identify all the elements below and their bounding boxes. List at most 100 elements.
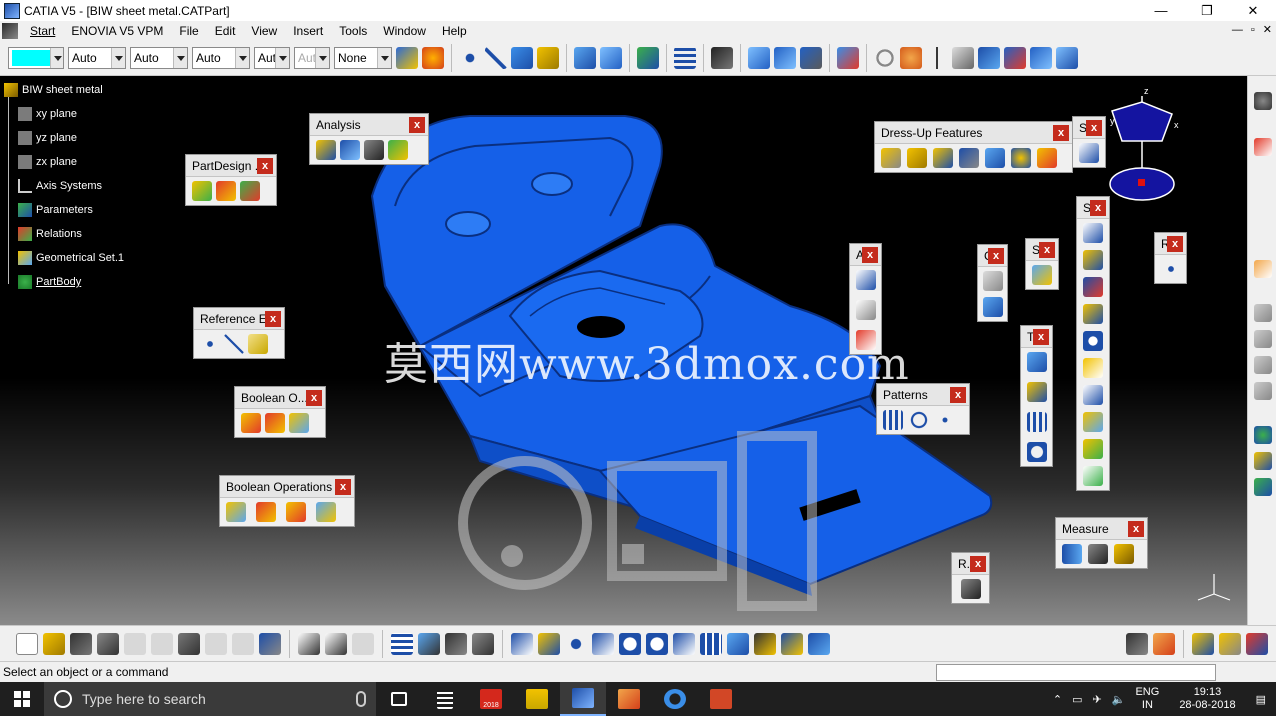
disabled-tool-icon[interactable]	[1254, 356, 1272, 374]
spline-icon[interactable]	[485, 46, 507, 69]
remove-face-icon[interactable]	[1037, 148, 1057, 168]
media-player-app[interactable]	[606, 682, 652, 716]
file-explorer-app[interactable]	[514, 682, 560, 716]
material-icon[interactable]	[1126, 632, 1148, 655]
close-icon[interactable]: x	[1086, 120, 1102, 136]
close-icon[interactable]: x	[409, 117, 425, 133]
transformation-toolbar[interactable]: Tx	[1020, 325, 1053, 467]
menu-help[interactable]: Help	[434, 24, 475, 38]
body-icon[interactable]	[192, 181, 212, 201]
union-trim-icon[interactable]	[286, 502, 306, 522]
zoom-out-icon[interactable]	[646, 632, 668, 655]
tools-icon[interactable]	[711, 46, 733, 69]
disabled-tool-icon[interactable]	[352, 632, 374, 655]
doc-close-button[interactable]: ✕	[1263, 21, 1272, 40]
multi-view-icon[interactable]	[700, 632, 722, 655]
remove-lump-icon[interactable]	[316, 502, 336, 522]
network-icon[interactable]: ✈	[1093, 693, 1102, 706]
knowledge-icon[interactable]	[1254, 452, 1272, 470]
disabled-tool-icon[interactable]	[1254, 330, 1272, 348]
grid-icon[interactable]	[674, 46, 696, 69]
chevron-down-icon[interactable]	[50, 47, 63, 68]
browser-app[interactable]	[652, 682, 698, 716]
close-icon[interactable]: x	[265, 311, 281, 327]
chamfer-icon[interactable]	[907, 148, 927, 168]
measure-inertia-icon[interactable]	[1114, 544, 1134, 564]
3d-viewport[interactable]: 莫西网www.3dmox.com z y x BIW sheet metal x…	[0, 76, 1247, 625]
catalog-icon[interactable]	[774, 46, 796, 69]
close-icon[interactable]: x	[335, 479, 351, 495]
color-combo[interactable]	[8, 46, 64, 69]
solidworks-app[interactable]: 2018	[468, 682, 514, 716]
tree-item-parameters[interactable]: Parameters	[18, 202, 93, 218]
surface-based-icon[interactable]	[1032, 265, 1052, 285]
sketch-icon[interactable]	[1079, 143, 1099, 163]
table-icon[interactable]	[391, 632, 413, 655]
tree-item-partbody[interactable]: PartBody	[18, 274, 81, 290]
clock[interactable]: 19:13 28-08-2018	[1179, 686, 1235, 712]
print-icon[interactable]	[97, 632, 119, 655]
taskbar-search-box[interactable]: Type here to search	[44, 682, 376, 716]
power-input-field[interactable]	[936, 664, 1216, 681]
remove-icon[interactable]	[289, 413, 309, 433]
globe-icon[interactable]	[1254, 426, 1272, 444]
assemble-icon[interactable]	[241, 413, 261, 433]
painter-icon[interactable]	[396, 46, 418, 69]
camera-icon[interactable]	[960, 579, 981, 599]
menu-edit[interactable]: Edit	[207, 24, 244, 38]
task-view-button[interactable]	[376, 682, 422, 716]
shaft-icon[interactable]	[1083, 277, 1103, 297]
surface-icon[interactable]	[1056, 46, 1078, 69]
s1-toolbar[interactable]: Sx	[1072, 116, 1106, 168]
sketch-based-features-toolbar[interactable]: Sx	[1076, 196, 1110, 491]
redo-icon[interactable]	[232, 632, 254, 655]
close-icon[interactable]: x	[1167, 236, 1183, 252]
translation-icon[interactable]	[1026, 352, 1047, 372]
measure-item-icon[interactable]	[1088, 544, 1108, 564]
draft-analysis-icon[interactable]	[316, 140, 336, 160]
chevron-down-icon[interactable]	[315, 47, 329, 68]
close-button[interactable]: ✕	[1230, 0, 1276, 21]
hide-show-icon[interactable]	[781, 632, 803, 655]
dimension-icon[interactable]	[855, 330, 876, 350]
analysis-toolbar[interactable]: Analysis x	[309, 113, 429, 165]
gear-icon[interactable]	[1254, 92, 1272, 110]
constraint-icon[interactable]	[1004, 46, 1026, 69]
chevron-down-icon[interactable]	[111, 47, 125, 68]
line-icon[interactable]	[224, 334, 244, 354]
open-folder-icon[interactable]	[43, 632, 65, 655]
assemble-icon[interactable]	[226, 502, 246, 522]
close-icon[interactable]: x	[257, 158, 273, 174]
rectangular-pattern-icon[interactable]	[883, 410, 903, 430]
close-icon[interactable]: x	[1128, 521, 1144, 537]
swap-visible-space-icon[interactable]	[808, 632, 830, 655]
select-arrow-icon[interactable]	[1254, 260, 1272, 278]
normal-view-icon[interactable]	[673, 632, 695, 655]
zoom-in-icon[interactable]	[619, 632, 641, 655]
measure-between-icon[interactable]	[1062, 544, 1082, 564]
menu-enovia[interactable]: ENOVIA V5 VPM	[63, 24, 171, 38]
shading-icon[interactable]	[754, 632, 776, 655]
slot-icon[interactable]	[1083, 385, 1103, 405]
circular-pattern-icon[interactable]	[909, 410, 929, 430]
patterns-toolbar[interactable]: Patterns x	[876, 383, 970, 435]
annotations-toolbar[interactable]: Ax	[849, 243, 882, 355]
disabled-tool-icon[interactable]	[1254, 304, 1272, 322]
s3-toolbar[interactable]: Sx	[1025, 238, 1059, 290]
thread-icon[interactable]	[1011, 148, 1031, 168]
intersect-icon[interactable]	[256, 502, 276, 522]
calculator-app[interactable]	[422, 682, 468, 716]
groove-icon[interactable]	[1083, 304, 1103, 324]
cut-icon[interactable]	[124, 632, 146, 655]
solid-icon[interactable]	[216, 181, 236, 201]
r2-toolbar[interactable]: R... x	[951, 552, 990, 604]
rotate-icon[interactable]	[592, 632, 614, 655]
tree-item-geometrical-set[interactable]: Geometrical Set.1	[18, 250, 124, 266]
add-icon[interactable]	[265, 413, 285, 433]
comment-icon[interactable]	[325, 632, 347, 655]
scan-icon[interactable]	[978, 46, 1000, 69]
fit-all-icon[interactable]	[538, 632, 560, 655]
scaling-icon[interactable]	[1026, 442, 1047, 462]
rib-icon[interactable]	[1083, 358, 1103, 378]
thickness-icon[interactable]	[985, 148, 1005, 168]
